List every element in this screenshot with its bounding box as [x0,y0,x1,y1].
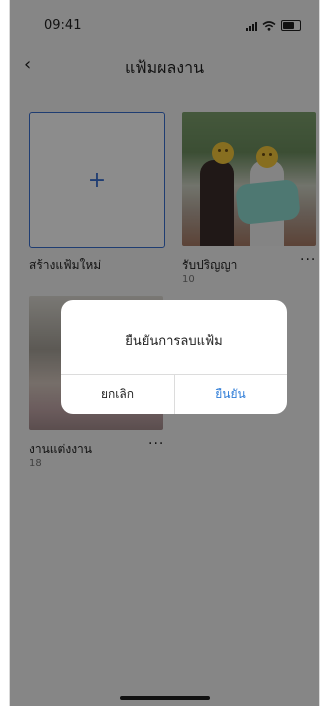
phone-screen: 09:41 ‹ แฟ้มผลงาน + สร้างแฟ้มใหม่ รับปริ… [9,0,320,706]
confirm-button[interactable]: ยืนยัน [174,375,287,414]
confirm-delete-dialog: ยืนยันการลบแฟ้ม ยกเลิก ยืนยัน [61,300,287,414]
cancel-button[interactable]: ยกเลิก [61,375,174,414]
home-indicator[interactable] [120,696,210,700]
dialog-message: ยืนยันการลบแฟ้ม [125,334,223,349]
